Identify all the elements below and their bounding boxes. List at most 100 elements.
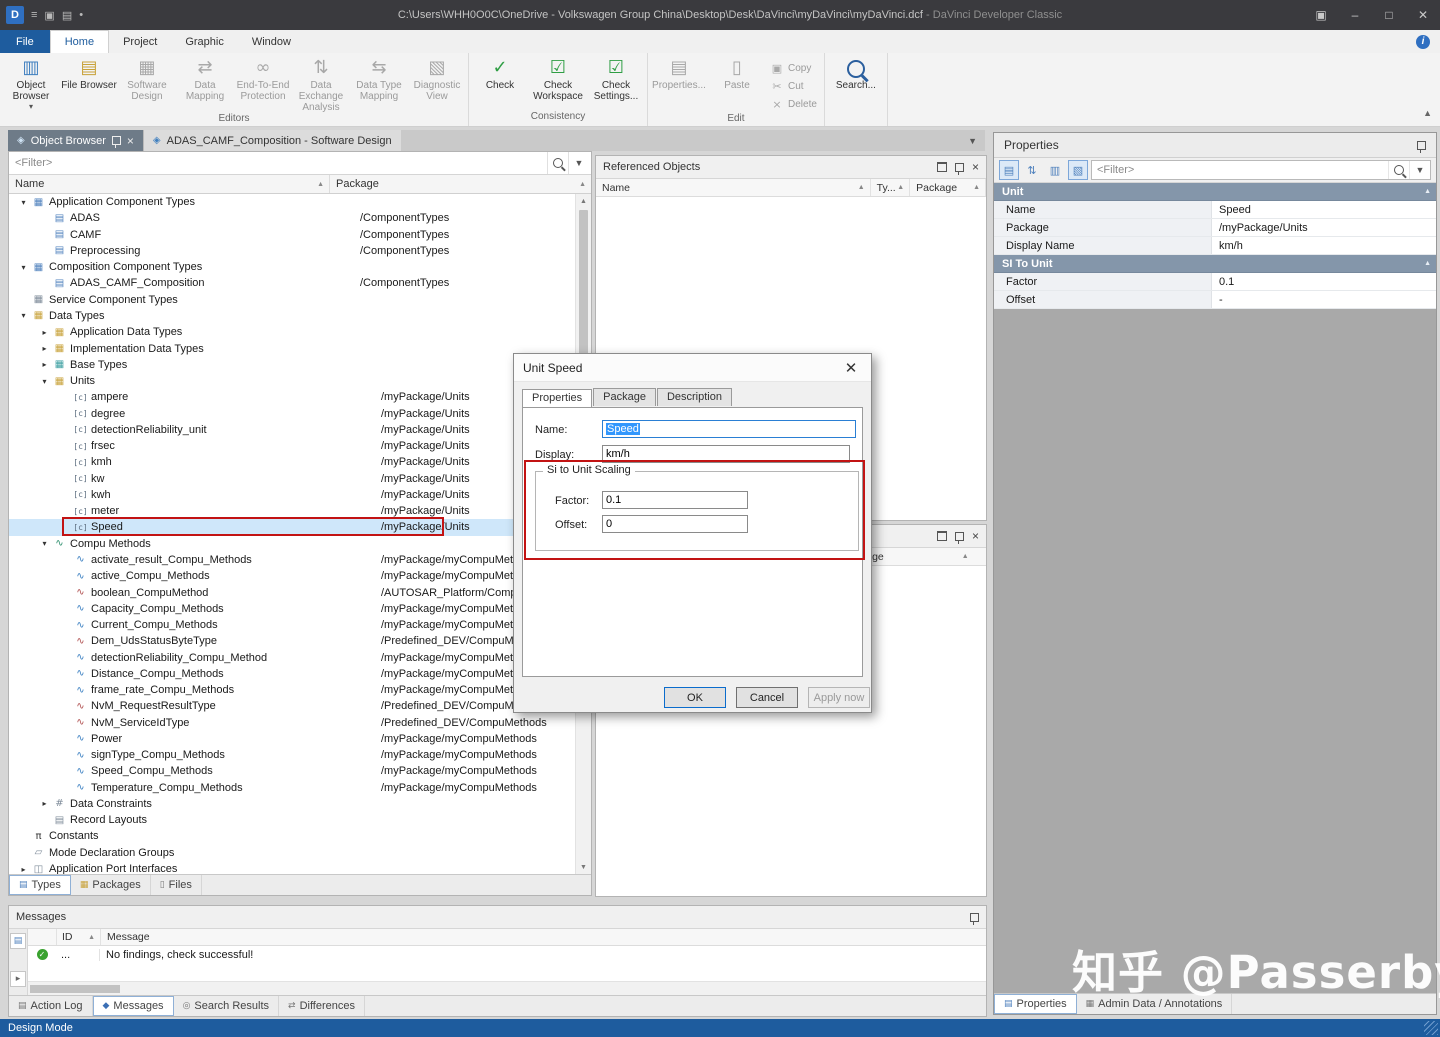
- property-section[interactable]: Unit▲: [994, 183, 1436, 201]
- tree-row[interactable]: [c]kmh/myPackage/Units: [9, 454, 575, 470]
- check-button[interactable]: ✓Check: [471, 54, 529, 111]
- tree-row[interactable]: ▤ADAS/ComponentTypes: [9, 210, 575, 226]
- column-header-ty[interactable]: Ty...▲: [871, 179, 911, 196]
- tree-row[interactable]: [c]frsec/myPackage/Units: [9, 438, 575, 454]
- filter-dropdown-icon[interactable]: ▼: [568, 152, 589, 174]
- ok-button[interactable]: OK: [664, 687, 726, 708]
- close-panel-icon[interactable]: ×: [972, 162, 979, 172]
- tree-row[interactable]: ▸◫Application Port Interfaces: [9, 861, 575, 874]
- tree-row[interactable]: ▸#Data Constraints: [9, 796, 575, 812]
- tree-row[interactable]: ∿detectionReliability_Compu_Method/myPac…: [9, 649, 575, 665]
- customize-quick-access-icon[interactable]: •: [79, 9, 83, 21]
- column-header-name[interactable]: Name▲: [596, 179, 871, 196]
- filter-search-icon[interactable]: [547, 152, 568, 174]
- float-window-icon[interactable]: [937, 162, 947, 172]
- column-header-package[interactable]: Package▲: [330, 175, 591, 193]
- tree-row[interactable]: ∿NvM_RequestResultType/Predefined_DEV/Co…: [9, 698, 575, 714]
- sort-alphabetical-icon[interactable]: ⇅: [1022, 160, 1042, 180]
- scroll-up-icon[interactable]: ▲: [580, 194, 587, 208]
- tab-packages[interactable]: ▦Packages: [71, 875, 151, 895]
- property-section[interactable]: SI To Unit▲: [994, 255, 1436, 273]
- tree-row[interactable]: ∿NvM_ServiceIdType/Predefined_DEV/CompuM…: [9, 715, 575, 731]
- tree-row[interactable]: ∿Power/myPackage/myCompuMethods: [9, 731, 575, 747]
- factor-field[interactable]: [602, 491, 748, 509]
- pin-icon[interactable]: [1417, 141, 1426, 150]
- tree-row[interactable]: ∿Temperature_Compu_Methods/myPackage/myC…: [9, 780, 575, 796]
- tab-messages[interactable]: ◆Messages: [93, 996, 174, 1016]
- tab-files[interactable]: ▯Files: [151, 875, 202, 895]
- menu-tab-file[interactable]: File: [0, 30, 50, 53]
- tree-row[interactable]: ▤CAMF/ComponentTypes: [9, 227, 575, 243]
- expander-open-icon[interactable]: ▾: [17, 198, 30, 207]
- property-row[interactable]: Package/myPackage/Units: [994, 219, 1436, 237]
- save-icon[interactable]: ▣: [44, 9, 54, 22]
- property-row[interactable]: Offset-: [994, 291, 1436, 309]
- tree-row[interactable]: ▤Preprocessing/ComponentTypes: [9, 243, 575, 259]
- tree-row[interactable]: ▦Service Component Types: [9, 292, 575, 308]
- menu-icon[interactable]: ≡: [31, 9, 37, 21]
- dialog-close-icon[interactable]: ✕: [840, 359, 862, 377]
- resize-grip[interactable]: [1424, 1021, 1438, 1035]
- categorized-view-icon[interactable]: ▤: [999, 160, 1019, 180]
- pin-icon[interactable]: [112, 136, 121, 145]
- tree-row[interactable]: ∿Dem_UdsStatusByteType/Predefined_DEV/Co…: [9, 633, 575, 649]
- pin-icon[interactable]: [955, 532, 964, 541]
- layout-icon[interactable]: ▣: [1304, 0, 1338, 30]
- check-settings-button[interactable]: ☑Check Settings...: [587, 54, 645, 111]
- tree-row[interactable]: [c]detectionReliability_unit/myPackage/U…: [9, 422, 575, 438]
- tree-row[interactable]: ▾▦Units: [9, 373, 575, 389]
- tree-row[interactable]: ∿frame_rate_Compu_Methods/myPackage/myCo…: [9, 682, 575, 698]
- offset-field[interactable]: [602, 515, 748, 533]
- dialog-tab-properties[interactable]: Properties: [522, 389, 592, 407]
- dialog-titlebar[interactable]: Unit Speed ✕: [514, 354, 871, 382]
- tree-row[interactable]: [c]Speed/myPackage/Units: [9, 519, 575, 535]
- name-field[interactable]: Speed: [602, 420, 856, 438]
- float-window-icon[interactable]: [937, 531, 947, 541]
- help-button[interactable]: i: [1416, 30, 1440, 53]
- message-row[interactable]: ✓...No findings, check successful!: [28, 946, 986, 963]
- tree-row[interactable]: ∿Current_Compu_Methods/myPackage/myCompu…: [9, 617, 575, 633]
- display-field[interactable]: [602, 445, 850, 463]
- tree-row[interactable]: [c]meter/myPackage/Units: [9, 503, 575, 519]
- tree-row[interactable]: ∿Speed_Compu_Methods/myPackage/myCompuMe…: [9, 763, 575, 779]
- filter-dropdown-icon[interactable]: ▼: [1409, 161, 1430, 179]
- messages-hscrollbar[interactable]: [28, 981, 986, 995]
- tree-row[interactable]: ▸▦Base Types: [9, 357, 575, 373]
- tree-row[interactable]: ▤Record Layouts: [9, 812, 575, 828]
- tree-row[interactable]: ∿activate_result_Compu_Methods/myPackage…: [9, 552, 575, 568]
- scrollbar-thumb[interactable]: [30, 985, 120, 993]
- search-button[interactable]: Search...: [827, 54, 885, 111]
- close-icon[interactable]: ✕: [1406, 0, 1440, 30]
- dialog-tab-description[interactable]: Description: [657, 388, 732, 406]
- tree-row[interactable]: [c]ampere/myPackage/Units: [9, 389, 575, 405]
- close-panel-icon[interactable]: ×: [972, 531, 979, 541]
- pin-icon[interactable]: [955, 163, 964, 172]
- tree-row[interactable]: ▤ADAS_CAMF_Composition/ComponentTypes: [9, 275, 575, 291]
- tree-row[interactable]: ∿signType_Compu_Methods/myPackage/myComp…: [9, 747, 575, 763]
- page-view-icon[interactable]: ▧: [1068, 160, 1088, 180]
- doc-tab-object-browser[interactable]: ◈Object Browser×: [8, 130, 143, 151]
- property-row[interactable]: Factor0.1: [994, 273, 1436, 291]
- tree-row[interactable]: ▱Mode Declaration Groups: [9, 845, 575, 861]
- dialog-tab-package[interactable]: Package: [593, 388, 656, 406]
- expander-closed-icon[interactable]: ▸: [38, 360, 51, 369]
- tree-row[interactable]: ▾∿Compu Methods: [9, 536, 575, 552]
- tree-row[interactable]: ▾▦Application Component Types: [9, 194, 575, 210]
- property-row[interactable]: NameSpeed: [994, 201, 1436, 219]
- expander-closed-icon[interactable]: ▸: [38, 328, 51, 337]
- tree-row[interactable]: πConstants: [9, 828, 575, 844]
- properties-filter-input[interactable]: <Filter> ▼: [1091, 160, 1431, 180]
- tree-row[interactable]: ∿active_Compu_Methods/myPackage/myCompuM…: [9, 568, 575, 584]
- tree-row[interactable]: ▾▦Data Types: [9, 308, 575, 324]
- filter-input[interactable]: <Filter>: [15, 157, 547, 169]
- filter-search-icon[interactable]: [1388, 161, 1409, 179]
- tree-row[interactable]: ∿Distance_Compu_Methods/myPackage/myComp…: [9, 666, 575, 682]
- property-row[interactable]: Display Namekm/h: [994, 237, 1436, 255]
- tab-list-dropdown-icon[interactable]: ▼: [960, 130, 985, 151]
- expander-open-icon[interactable]: ▾: [38, 539, 51, 548]
- tab-search-results[interactable]: ◎Search Results: [174, 996, 279, 1016]
- expander-closed-icon[interactable]: ▸: [38, 344, 51, 353]
- list-view-icon[interactable]: ▥: [1045, 160, 1065, 180]
- tree-row[interactable]: ▸▦Application Data Types: [9, 324, 575, 340]
- column-header-name[interactable]: Name▲: [9, 175, 330, 193]
